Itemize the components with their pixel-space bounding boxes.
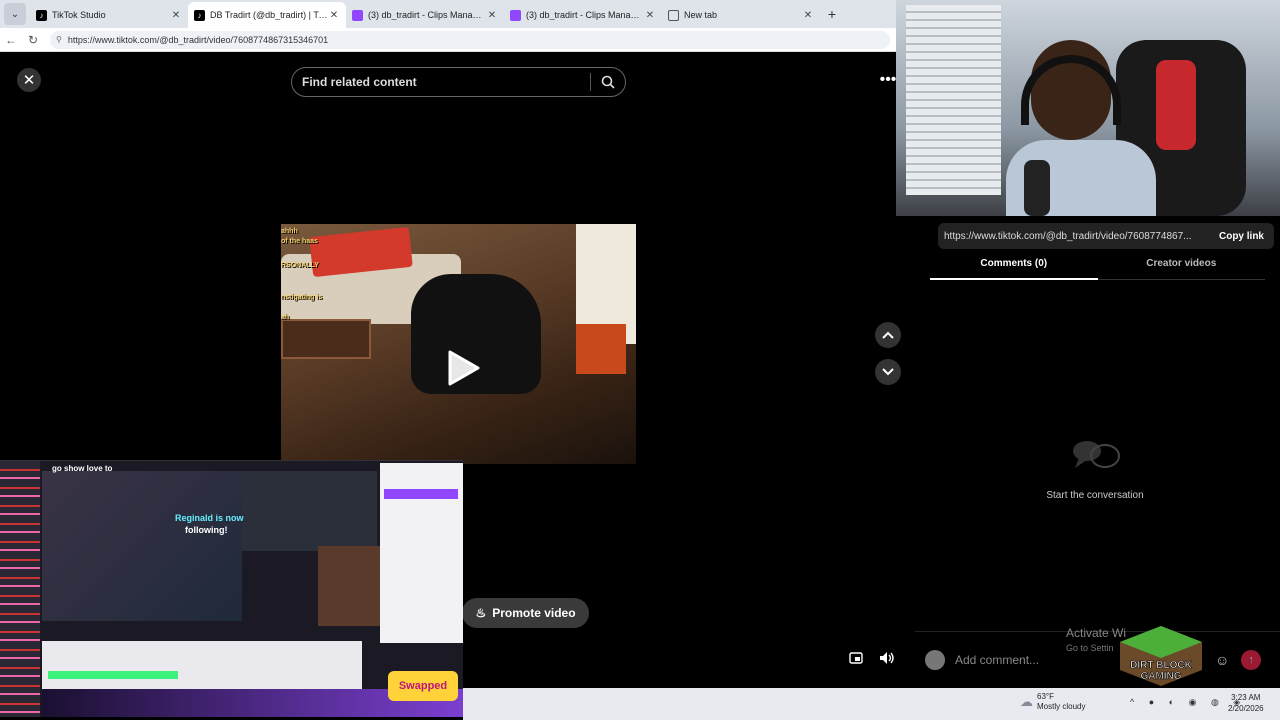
overlay-text: Reginald is now xyxy=(175,513,244,523)
url-text: https://www.tiktok.com/@db_tradirt/video… xyxy=(67,34,329,45)
taskbar-clock[interactable]: 3:23 AM 2/20/2026 xyxy=(1228,692,1264,714)
chair-accent xyxy=(1156,60,1196,150)
coffee-table xyxy=(281,319,371,359)
video-caption: RSONALLY xyxy=(281,262,319,269)
orange-stool xyxy=(576,324,626,374)
activate-windows-watermark: Activate Wi xyxy=(1066,626,1127,640)
cloud-icon: ☁ xyxy=(1020,694,1033,709)
tiktok-icon: ♪ xyxy=(194,9,205,21)
empty-comments: Start the conversation xyxy=(1035,436,1155,501)
reload-icon[interactable]: ↻ xyxy=(22,33,44,47)
emoji-icon[interactable]: ☺ xyxy=(1215,652,1229,668)
swapped-sticker: Swapped xyxy=(388,671,458,701)
svg-text:DIRT BLOCK: DIRT BLOCK xyxy=(1130,660,1192,671)
promote-label: Promote video xyxy=(492,606,576,620)
chevron-up-icon xyxy=(882,331,894,339)
twitch-icon xyxy=(510,9,521,21)
share-link-text[interactable]: https://www.tiktok.com/@db_tradirt/video… xyxy=(944,231,1209,242)
activate-windows-subtext: Go to Settin xyxy=(1066,643,1114,653)
tab-search-icon[interactable]: ⌄ xyxy=(4,3,26,25)
stream-info-panel xyxy=(42,641,362,691)
side-panel: https://www.tiktok.com/@db_tradirt/video… xyxy=(915,216,1280,688)
close-tab-icon[interactable]: ✕ xyxy=(328,10,340,21)
stream-panel xyxy=(318,546,380,626)
search-input[interactable] xyxy=(292,75,590,89)
browser-tab-bar: ⌄ ♪ TikTok Studio ✕ ♪ DB Tradirt (@db_tr… xyxy=(0,0,896,28)
newtab-icon xyxy=(668,9,679,21)
chat-bubbles-icon xyxy=(1073,441,1120,468)
close-tab-icon[interactable]: ✕ xyxy=(486,10,498,21)
browser-tab-tiktok-studio[interactable]: ♪ TikTok Studio ✕ xyxy=(30,2,188,28)
tab-comments[interactable]: Comments (0) xyxy=(930,258,1098,280)
close-icon[interactable]: ✕ xyxy=(17,68,41,92)
dirt-block-gaming-logo: DIRT BLOCK GAMING xyxy=(1120,626,1202,686)
video-caption: nstigating is xyxy=(281,294,323,301)
svg-text:GAMING: GAMING xyxy=(1140,671,1181,682)
chat-highlight xyxy=(384,489,458,499)
video-caption: ahhh xyxy=(281,228,298,235)
weather-temp: 63°F xyxy=(1037,692,1054,701)
video-caption: ah xyxy=(281,314,290,321)
microphone xyxy=(1024,160,1050,216)
close-tab-icon[interactable]: ✕ xyxy=(170,10,182,21)
avatar xyxy=(925,650,945,670)
empty-text: Start the conversation xyxy=(1046,490,1144,501)
picture-in-picture-icon[interactable] xyxy=(846,648,866,668)
browser-tab-clips-manager-2[interactable]: (3) db_tradirt - Clips Manager - Tw ✕ xyxy=(504,2,662,28)
play-icon[interactable] xyxy=(442,348,482,388)
tab-creator-videos[interactable]: Creator videos xyxy=(1098,258,1266,279)
side-tabs: Comments (0) Creator videos xyxy=(930,258,1265,280)
overlay-text: go show love to xyxy=(52,464,113,473)
webcam-overlay xyxy=(896,0,1280,216)
site-info-icon[interactable]: ⚲ xyxy=(56,35,62,44)
address-bar[interactable]: ⚲ https://www.tiktok.com/@db_tradirt/vid… xyxy=(50,30,890,49)
volume-icon[interactable] xyxy=(877,648,897,668)
share-link-row: https://www.tiktok.com/@db_tradirt/video… xyxy=(938,223,1274,249)
weather-text: Mostly cloudy xyxy=(1037,702,1086,711)
stream-overlay: Swapped go show love to Reginald is now … xyxy=(0,460,463,717)
back-icon[interactable]: ← xyxy=(0,33,22,47)
stream-panel xyxy=(242,471,377,551)
send-icon[interactable]: ↑ xyxy=(1241,650,1262,670)
search-bar xyxy=(291,67,626,97)
next-video-button[interactable] xyxy=(875,359,901,385)
weather-widget[interactable]: ☁ 63°F Mostly cloudy xyxy=(1020,692,1085,712)
address-toolbar: ← ↻ ⚲ https://www.tiktok.com/@db_tradirt… xyxy=(0,28,896,52)
clock-time: 3:23 AM xyxy=(1231,693,1261,702)
search-icon[interactable] xyxy=(591,75,625,89)
copy-link-button[interactable]: Copy link xyxy=(1209,231,1274,242)
chat-column xyxy=(0,461,40,717)
tiktok-icon: ♪ xyxy=(36,9,47,21)
window-shutter xyxy=(906,5,1001,195)
promote-video-button[interactable]: ♨ Promote video xyxy=(462,598,589,628)
twitch-icon xyxy=(352,9,363,21)
close-tab-icon[interactable]: ✕ xyxy=(644,10,656,21)
chevron-down-icon xyxy=(882,368,894,376)
new-tab-button[interactable]: + xyxy=(820,6,844,22)
video-frame[interactable]: ahhh of the haas RSONALLY nstigating is … xyxy=(281,224,636,464)
overlay-text: following! xyxy=(185,525,228,535)
stream-panel xyxy=(42,471,242,621)
close-tab-icon[interactable]: ✕ xyxy=(802,10,814,21)
clock-date: 2/20/2026 xyxy=(1228,704,1264,713)
browser-tab-clips-manager-1[interactable]: (3) db_tradirt - Clips Manager - Tw ✕ xyxy=(346,2,504,28)
browser-tab-new-tab[interactable]: New tab ✕ xyxy=(662,2,820,28)
browser-tab-db-tradirt[interactable]: ♪ DB Tradirt (@db_tradirt) | TikTok ✕ xyxy=(188,2,346,28)
green-bar xyxy=(48,671,178,679)
previous-video-button[interactable] xyxy=(875,322,901,348)
video-caption: of the haas xyxy=(281,238,318,245)
flame-icon: ♨ xyxy=(475,606,487,620)
